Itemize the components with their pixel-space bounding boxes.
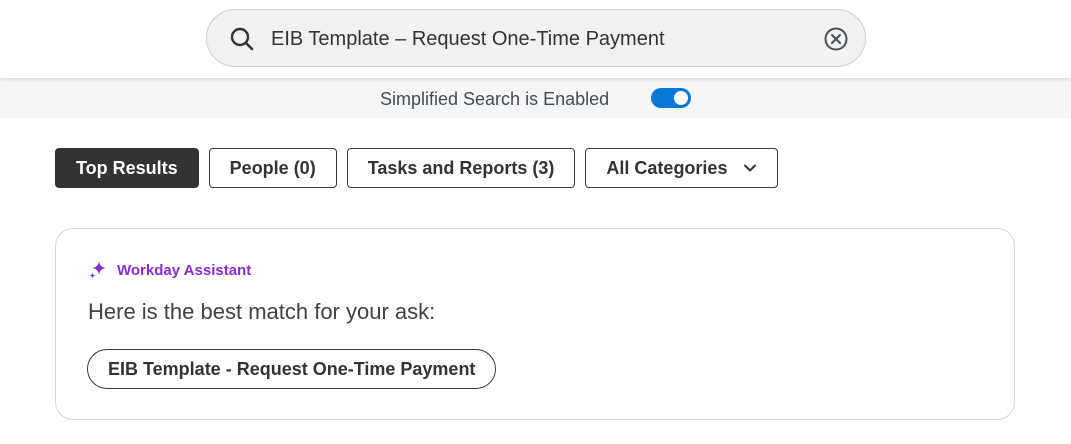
- chevron-down-icon: [744, 164, 757, 172]
- simplified-search-label: Simplified Search is Enabled: [380, 89, 610, 109]
- search-header: [0, 0, 1071, 78]
- assistant-name: Workday Assistant: [117, 261, 252, 279]
- assistant-header: Workday Assistant: [88, 260, 251, 280]
- tab-top-results[interactable]: Top Results: [55, 148, 199, 188]
- tab-tasks-and-reports[interactable]: Tasks and Reports (3): [346, 148, 576, 188]
- filter-tabs: Top Results People (0) Tasks and Reports…: [55, 148, 779, 188]
- search-box[interactable]: [206, 9, 866, 67]
- assistant-card: Workday Assistant Here is the best match…: [55, 228, 1015, 420]
- all-categories-dropdown[interactable]: All Categories: [585, 148, 779, 188]
- clear-search-icon[interactable]: [823, 26, 849, 52]
- tab-people-label: People (0): [229, 157, 316, 178]
- tab-top-results-label: Top Results: [76, 157, 178, 178]
- search-results-page: Simplified Search is Enabled Top Results…: [0, 0, 1071, 444]
- toggle-knob: [674, 91, 688, 105]
- simplified-search-bar: Simplified Search is Enabled: [0, 78, 1071, 118]
- sparkle-icon: [89, 261, 106, 279]
- simplified-search-toggle[interactable]: [651, 88, 691, 108]
- best-match-button[interactable]: EIB Template - Request One-Time Payment: [87, 349, 497, 389]
- tab-people[interactable]: People (0): [208, 148, 337, 188]
- search-input[interactable]: [271, 24, 811, 54]
- best-match-label: EIB Template - Request One-Time Payment: [108, 358, 476, 379]
- all-categories-label: All Categories: [606, 157, 728, 178]
- tab-tasks-and-reports-label: Tasks and Reports (3): [367, 157, 555, 178]
- assistant-message: Here is the best match for your ask:: [88, 299, 436, 324]
- search-icon[interactable]: [229, 26, 255, 52]
